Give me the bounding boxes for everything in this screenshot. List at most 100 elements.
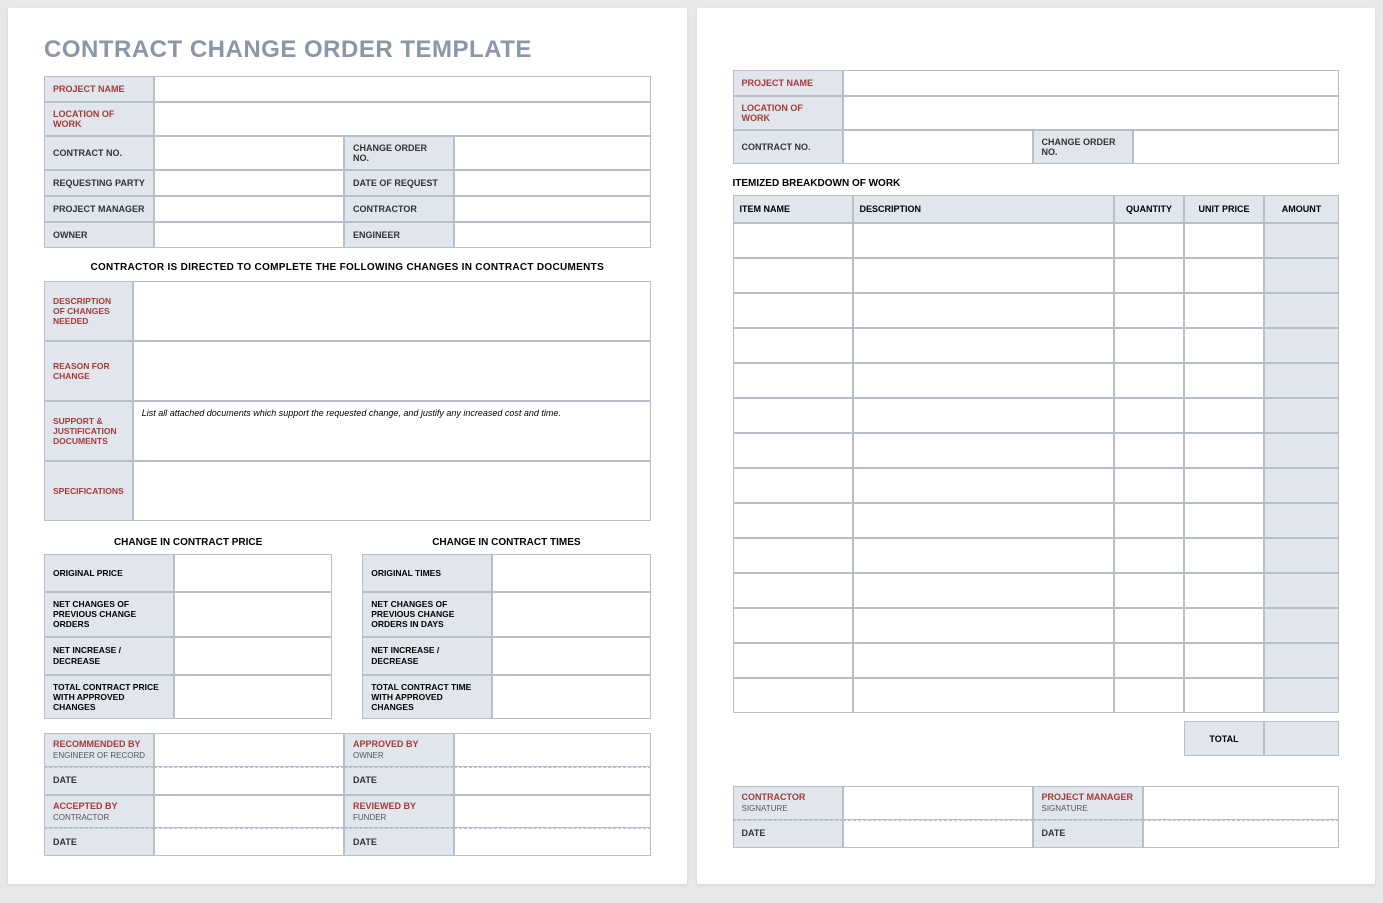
field-support[interactable]: List all attached documents which suppor… (133, 401, 651, 461)
item-row (733, 608, 1340, 643)
label-engineer: ENGINEER (344, 222, 454, 248)
label-owner: OWNER (44, 222, 154, 248)
col-times: CHANGE IN CONTRACT TIMES ORIGINAL TIMES … (362, 537, 650, 719)
change-columns: CHANGE IN CONTRACT PRICE ORIGINAL PRICE … (44, 537, 651, 719)
field-date-4[interactable] (454, 828, 651, 856)
field-date-request[interactable] (454, 170, 651, 196)
field-change-no[interactable] (454, 136, 651, 170)
th-item: ITEM NAME (733, 195, 853, 223)
label-net-prev-price: NET CHANGES OF PREVIOUS CHANGE ORDERS (44, 592, 174, 637)
field-pm[interactable] (154, 196, 344, 222)
item-row (733, 223, 1340, 258)
item-row (733, 503, 1340, 538)
label-total: TOTAL (1184, 721, 1264, 756)
field-orig-times[interactable] (492, 554, 650, 592)
field-approved[interactable] (454, 733, 651, 767)
label-approved: APPROVED BYOWNER (344, 733, 454, 767)
label-contractor: CONTRACTOR (344, 196, 454, 222)
times-head: CHANGE IN CONTRACT TIMES (362, 537, 650, 548)
price-table: ORIGINAL PRICE NET CHANGES OF PREVIOUS C… (44, 554, 332, 719)
field-orig-price[interactable] (174, 554, 332, 592)
field-change-no-p2[interactable] (1133, 130, 1340, 164)
label-date-2: DATE (344, 767, 454, 795)
label-total-times: TOTAL CONTRACT TIME WITH APPROVED CHANGE… (362, 675, 492, 720)
label-net-inc-times: NET INCREASE / DECREASE (362, 637, 492, 675)
itemized-table: ITEM NAME DESCRIPTION QUANTITY UNIT PRIC… (733, 195, 1340, 713)
label-date-3: DATE (44, 828, 154, 856)
signature-table-p2: CONTRACTORSIGNATURE PROJECT MANAGERSIGNA… (733, 786, 1340, 848)
label-location-p2: LOCATION OF WORK (733, 96, 843, 130)
doc-title: CONTRACT CHANGE ORDER TEMPLATE (44, 36, 651, 64)
field-requesting[interactable] (154, 170, 344, 196)
th-price: UNIT PRICE (1184, 195, 1264, 223)
th-qty: QUANTITY (1114, 195, 1184, 223)
label-contract-no-p2: CONTRACT NO. (733, 130, 843, 164)
field-contract-no[interactable] (154, 136, 344, 170)
field-location-p2[interactable] (843, 96, 1340, 130)
field-contractor-sig[interactable] (843, 786, 1033, 820)
item-row (733, 328, 1340, 363)
label-date-p2-1: DATE (733, 820, 843, 848)
field-owner[interactable] (154, 222, 344, 248)
label-orig-times: ORIGINAL TIMES (362, 554, 492, 592)
label-change-no: CHANGE ORDER NO. (344, 136, 454, 170)
label-accepted: ACCEPTED BYCONTRACTOR (44, 795, 154, 829)
field-date-1[interactable] (154, 767, 344, 795)
field-date-3[interactable] (154, 828, 344, 856)
label-support: SUPPORT & JUSTIFICATION DOCUMENTS (44, 401, 133, 461)
field-date-p2-2[interactable] (1143, 820, 1340, 848)
item-row (733, 433, 1340, 468)
item-row (733, 468, 1340, 503)
field-total-price[interactable] (174, 675, 332, 720)
col-price: CHANGE IN CONTRACT PRICE ORIGINAL PRICE … (44, 537, 332, 719)
field-engineer[interactable] (454, 222, 651, 248)
item-row (733, 573, 1340, 608)
times-table: ORIGINAL TIMES NET CHANGES OF PREVIOUS C… (362, 554, 650, 719)
field-project-name[interactable] (154, 76, 651, 102)
item-row (733, 363, 1340, 398)
item-row (733, 293, 1340, 328)
project-info-table: PROJECT NAME LOCATION OF WORK CONTRACT N… (44, 76, 651, 248)
label-specs: SPECIFICATIONS (44, 461, 133, 521)
label-reason: REASON FOR CHANGE (44, 341, 133, 401)
field-reviewed[interactable] (454, 795, 651, 829)
field-desc-changes[interactable] (133, 281, 651, 341)
field-contract-no-p2[interactable] (843, 130, 1033, 164)
label-desc-changes: DESCRIPTION OF CHANGES NEEDED (44, 281, 133, 341)
item-row (733, 643, 1340, 678)
label-pm-sig: PROJECT MANAGERSIGNATURE (1033, 786, 1143, 820)
field-location[interactable] (154, 102, 651, 136)
field-total (1264, 721, 1339, 756)
field-net-inc-times[interactable] (492, 637, 650, 675)
itemized-head: ITEMIZED BREAKDOWN OF WORK (733, 178, 1340, 189)
label-project-name: PROJECT NAME (44, 76, 154, 102)
page-2: PROJECT NAME LOCATION OF WORK CONTRACT N… (697, 8, 1376, 884)
description-table: DESCRIPTION OF CHANGES NEEDED REASON FOR… (44, 281, 651, 521)
field-reason[interactable] (133, 341, 651, 401)
item-row (733, 258, 1340, 293)
label-change-no-p2: CHANGE ORDER NO. (1033, 130, 1133, 164)
field-total-times[interactable] (492, 675, 650, 720)
field-contractor[interactable] (454, 196, 651, 222)
signature-table-p1: RECOMMENDED BYENGINEER OF RECORD APPROVE… (44, 733, 651, 856)
field-net-prev-times[interactable] (492, 592, 650, 637)
field-specs[interactable] (133, 461, 651, 521)
th-amount: AMOUNT (1264, 195, 1339, 223)
label-requesting: REQUESTING PARTY (44, 170, 154, 196)
label-net-inc-price: NET INCREASE / DECREASE (44, 637, 174, 675)
label-contractor-sig: CONTRACTORSIGNATURE (733, 786, 843, 820)
label-orig-price: ORIGINAL PRICE (44, 554, 174, 592)
field-recommended[interactable] (154, 733, 344, 767)
label-project-name-p2: PROJECT NAME (733, 70, 843, 96)
label-total-price: TOTAL CONTRACT PRICE WITH APPROVED CHANG… (44, 675, 174, 720)
field-date-p2-1[interactable] (843, 820, 1033, 848)
price-head: CHANGE IN CONTRACT PRICE (44, 537, 332, 548)
field-accepted[interactable] (154, 795, 344, 829)
field-net-inc-price[interactable] (174, 637, 332, 675)
field-project-name-p2[interactable] (843, 70, 1340, 96)
field-pm-sig[interactable] (1143, 786, 1340, 820)
field-net-prev-price[interactable] (174, 592, 332, 637)
field-date-2[interactable] (454, 767, 651, 795)
total-table: TOTAL (733, 721, 1340, 756)
label-date-4: DATE (344, 828, 454, 856)
